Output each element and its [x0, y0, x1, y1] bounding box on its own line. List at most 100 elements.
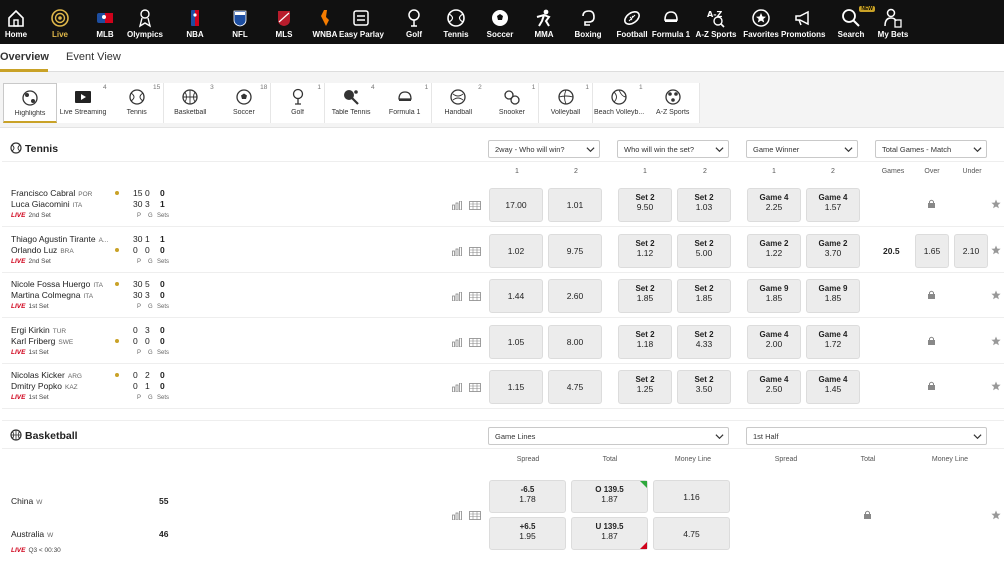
- odds-button-set[interactable]: Set 2 1.85: [677, 279, 731, 313]
- odds-button-set[interactable]: Set 2 1.25: [618, 370, 672, 404]
- nav-item-formula-1[interactable]: Formula 1: [649, 0, 693, 44]
- odds-button-set[interactable]: Set 2 9.50: [618, 188, 672, 222]
- odds-button-win[interactable]: 1.44: [489, 279, 543, 313]
- odds-button-game[interactable]: Game 4 2.50: [747, 370, 801, 404]
- scoreboard-icon[interactable]: [469, 511, 481, 520]
- market-select-2way[interactable]: 2way - Who will win?: [488, 140, 600, 158]
- favorite-star-icon[interactable]: [991, 381, 1001, 391]
- nav-item-mlb[interactable]: MLB: [83, 0, 127, 44]
- odds-button-win[interactable]: 17.00: [489, 188, 543, 222]
- odds-button-win[interactable]: 1.02: [489, 233, 543, 268]
- filter-a-z-sports[interactable]: A-Z Sports: [646, 83, 701, 123]
- filter-table-tennis[interactable]: Table Tennis 4: [324, 83, 379, 123]
- filter-beach-volleyb-[interactable]: Beach Volleyb... 1: [592, 83, 647, 123]
- filter-handball[interactable]: Handball 2: [431, 83, 486, 123]
- stats-icon[interactable]: [451, 292, 463, 301]
- odds-button-spread[interactable]: -6.5 1.78: [489, 480, 566, 513]
- stats-icon[interactable]: [451, 246, 463, 256]
- odds-button-win[interactable]: 2.60: [548, 279, 602, 313]
- nav-item-tennis[interactable]: Tennis: [434, 0, 478, 44]
- filter-basketball[interactable]: Basketball 3: [163, 83, 218, 123]
- market-select-set-winner[interactable]: Who will win the set?: [617, 140, 729, 158]
- odds-button-under[interactable]: 2.10: [954, 233, 988, 268]
- odds-button-win[interactable]: 4.75: [548, 370, 602, 404]
- nav-item-a-z-sports[interactable]: A-Z A-Z Sports: [694, 0, 738, 44]
- filter-tennis[interactable]: Tennis 15: [110, 83, 165, 123]
- filter-golf[interactable]: Golf 1: [271, 83, 325, 123]
- odds-button-set[interactable]: Set 2 4.33: [677, 324, 731, 359]
- nav-item-favorites[interactable]: Favorites: [739, 0, 783, 44]
- odds-button-moneyline[interactable]: 1.16: [653, 480, 730, 513]
- nav-item-home[interactable]: Home: [0, 0, 38, 44]
- odds-button-win[interactable]: 9.75: [548, 233, 602, 268]
- odds-button-game[interactable]: Game 9 1.85: [806, 279, 860, 313]
- favorite-star-icon[interactable]: [991, 290, 1001, 300]
- favorite-star-icon[interactable]: [991, 245, 1001, 255]
- filter-volleyball[interactable]: Volleyball 1: [539, 83, 593, 123]
- nav-item-easy-parlay[interactable]: Easy Parlay: [339, 0, 384, 44]
- odds-button-over[interactable]: 1.65: [915, 233, 949, 268]
- odds-button-total[interactable]: O 139.5 1.87: [571, 480, 648, 513]
- odds-button-game[interactable]: Game 4 1.72: [806, 324, 860, 359]
- market-select-game-lines[interactable]: Game Lines: [488, 427, 729, 445]
- favorite-star-icon[interactable]: [991, 336, 1001, 346]
- match-row[interactable]: Nicole Fossa Huergo ITA Martina Colmegna IT…: [2, 273, 1004, 318]
- odds-button-game[interactable]: Game 2 1.22: [747, 233, 801, 268]
- odds-button-set[interactable]: Set 2 1.03: [677, 188, 731, 222]
- odds-button-total[interactable]: U 139.5 1.87: [571, 517, 648, 550]
- nav-item-live[interactable]: Live: [38, 0, 82, 44]
- market-select-total-games[interactable]: Total Games - Match: [875, 140, 987, 158]
- filter-formula-1[interactable]: Formula 1 1: [378, 83, 433, 123]
- nav-item-football[interactable]: Football: [610, 0, 654, 44]
- scoreboard-icon[interactable]: [469, 383, 481, 392]
- odds-button-win[interactable]: 1.05: [489, 324, 543, 359]
- match-row[interactable]: Nicolas Kicker ARG Dmitry Popko KAZ LIVE 1st …: [2, 364, 1004, 409]
- tab-event-view[interactable]: Event View: [66, 51, 121, 63]
- odds-button-game[interactable]: Game 4 2.00: [747, 324, 801, 359]
- nav-item-search[interactable]: Search NEW: [829, 0, 875, 44]
- market-select-1st-half[interactable]: 1st Half: [746, 427, 987, 445]
- stats-icon[interactable]: [451, 337, 463, 347]
- odds-button-set[interactable]: Set 2 3.50: [677, 370, 731, 404]
- match-row[interactable]: Francisco Cabral POR Luca Giacomini ITA LIVE…: [2, 182, 1004, 227]
- favorite-star-icon[interactable]: [991, 510, 1001, 520]
- odds-button-win[interactable]: 1.15: [489, 370, 543, 404]
- odds-button-set[interactable]: Set 2 1.12: [618, 233, 672, 268]
- nav-item-my-bets[interactable]: My Bets: [871, 0, 915, 44]
- nav-item-boxing[interactable]: Boxing: [566, 0, 610, 44]
- stats-icon[interactable]: [451, 511, 463, 520]
- filter-live-streaming[interactable]: Live Streaming 4: [56, 83, 111, 123]
- odds-button-set[interactable]: Set 2 1.18: [618, 324, 672, 359]
- favorite-star-icon[interactable]: [991, 199, 1001, 209]
- nav-item-soccer[interactable]: Soccer: [478, 0, 522, 44]
- odds-button-set[interactable]: Set 2 5.00: [677, 233, 731, 268]
- market-select-game-winner[interactable]: Game Winner: [746, 140, 858, 158]
- odds-button-moneyline[interactable]: 4.75: [653, 517, 730, 550]
- odds-button-win[interactable]: 1.01: [548, 188, 602, 222]
- odds-button-game[interactable]: Game 4 1.45: [806, 370, 860, 404]
- odds-button-set[interactable]: Set 2 1.85: [618, 279, 672, 313]
- nav-item-golf[interactable]: Golf: [392, 0, 436, 44]
- odds-button-game[interactable]: Game 4 2.25: [747, 188, 801, 222]
- stats-icon[interactable]: [451, 201, 463, 210]
- tab-overview[interactable]: Overview: [0, 51, 49, 63]
- nav-item-mls[interactable]: MLS: [262, 0, 306, 44]
- nav-item-nba[interactable]: NBA: [173, 0, 217, 44]
- scoreboard-icon[interactable]: [469, 246, 481, 256]
- nav-item-mma[interactable]: MMA: [522, 0, 566, 44]
- odds-button-game[interactable]: Game 9 1.85: [747, 279, 801, 313]
- nav-item-promotions[interactable]: Promotions: [781, 0, 825, 44]
- odds-button-game[interactable]: Game 4 1.57: [806, 188, 860, 222]
- filter-highlights[interactable]: Highlights: [3, 83, 57, 123]
- scoreboard-icon[interactable]: [469, 292, 481, 301]
- scoreboard-icon[interactable]: [469, 337, 481, 347]
- match-row[interactable]: Ergi Kirkin TUR Karl Friberg SWE LIVE 1st Set…: [2, 319, 1004, 364]
- odds-button-win[interactable]: 8.00: [548, 324, 602, 359]
- scoreboard-icon[interactable]: [469, 201, 481, 210]
- nav-item-nfl[interactable]: NFL: [218, 0, 262, 44]
- nav-item-olympics[interactable]: Olympics: [123, 0, 167, 44]
- match-row[interactable]: Thiago Agustin Tirante A... Orlando Luz BRA…: [2, 228, 1004, 273]
- odds-button-game[interactable]: Game 2 3.70: [806, 233, 860, 268]
- filter-soccer[interactable]: Soccer 18: [217, 83, 272, 123]
- odds-button-spread[interactable]: +6.5 1.95: [489, 517, 566, 550]
